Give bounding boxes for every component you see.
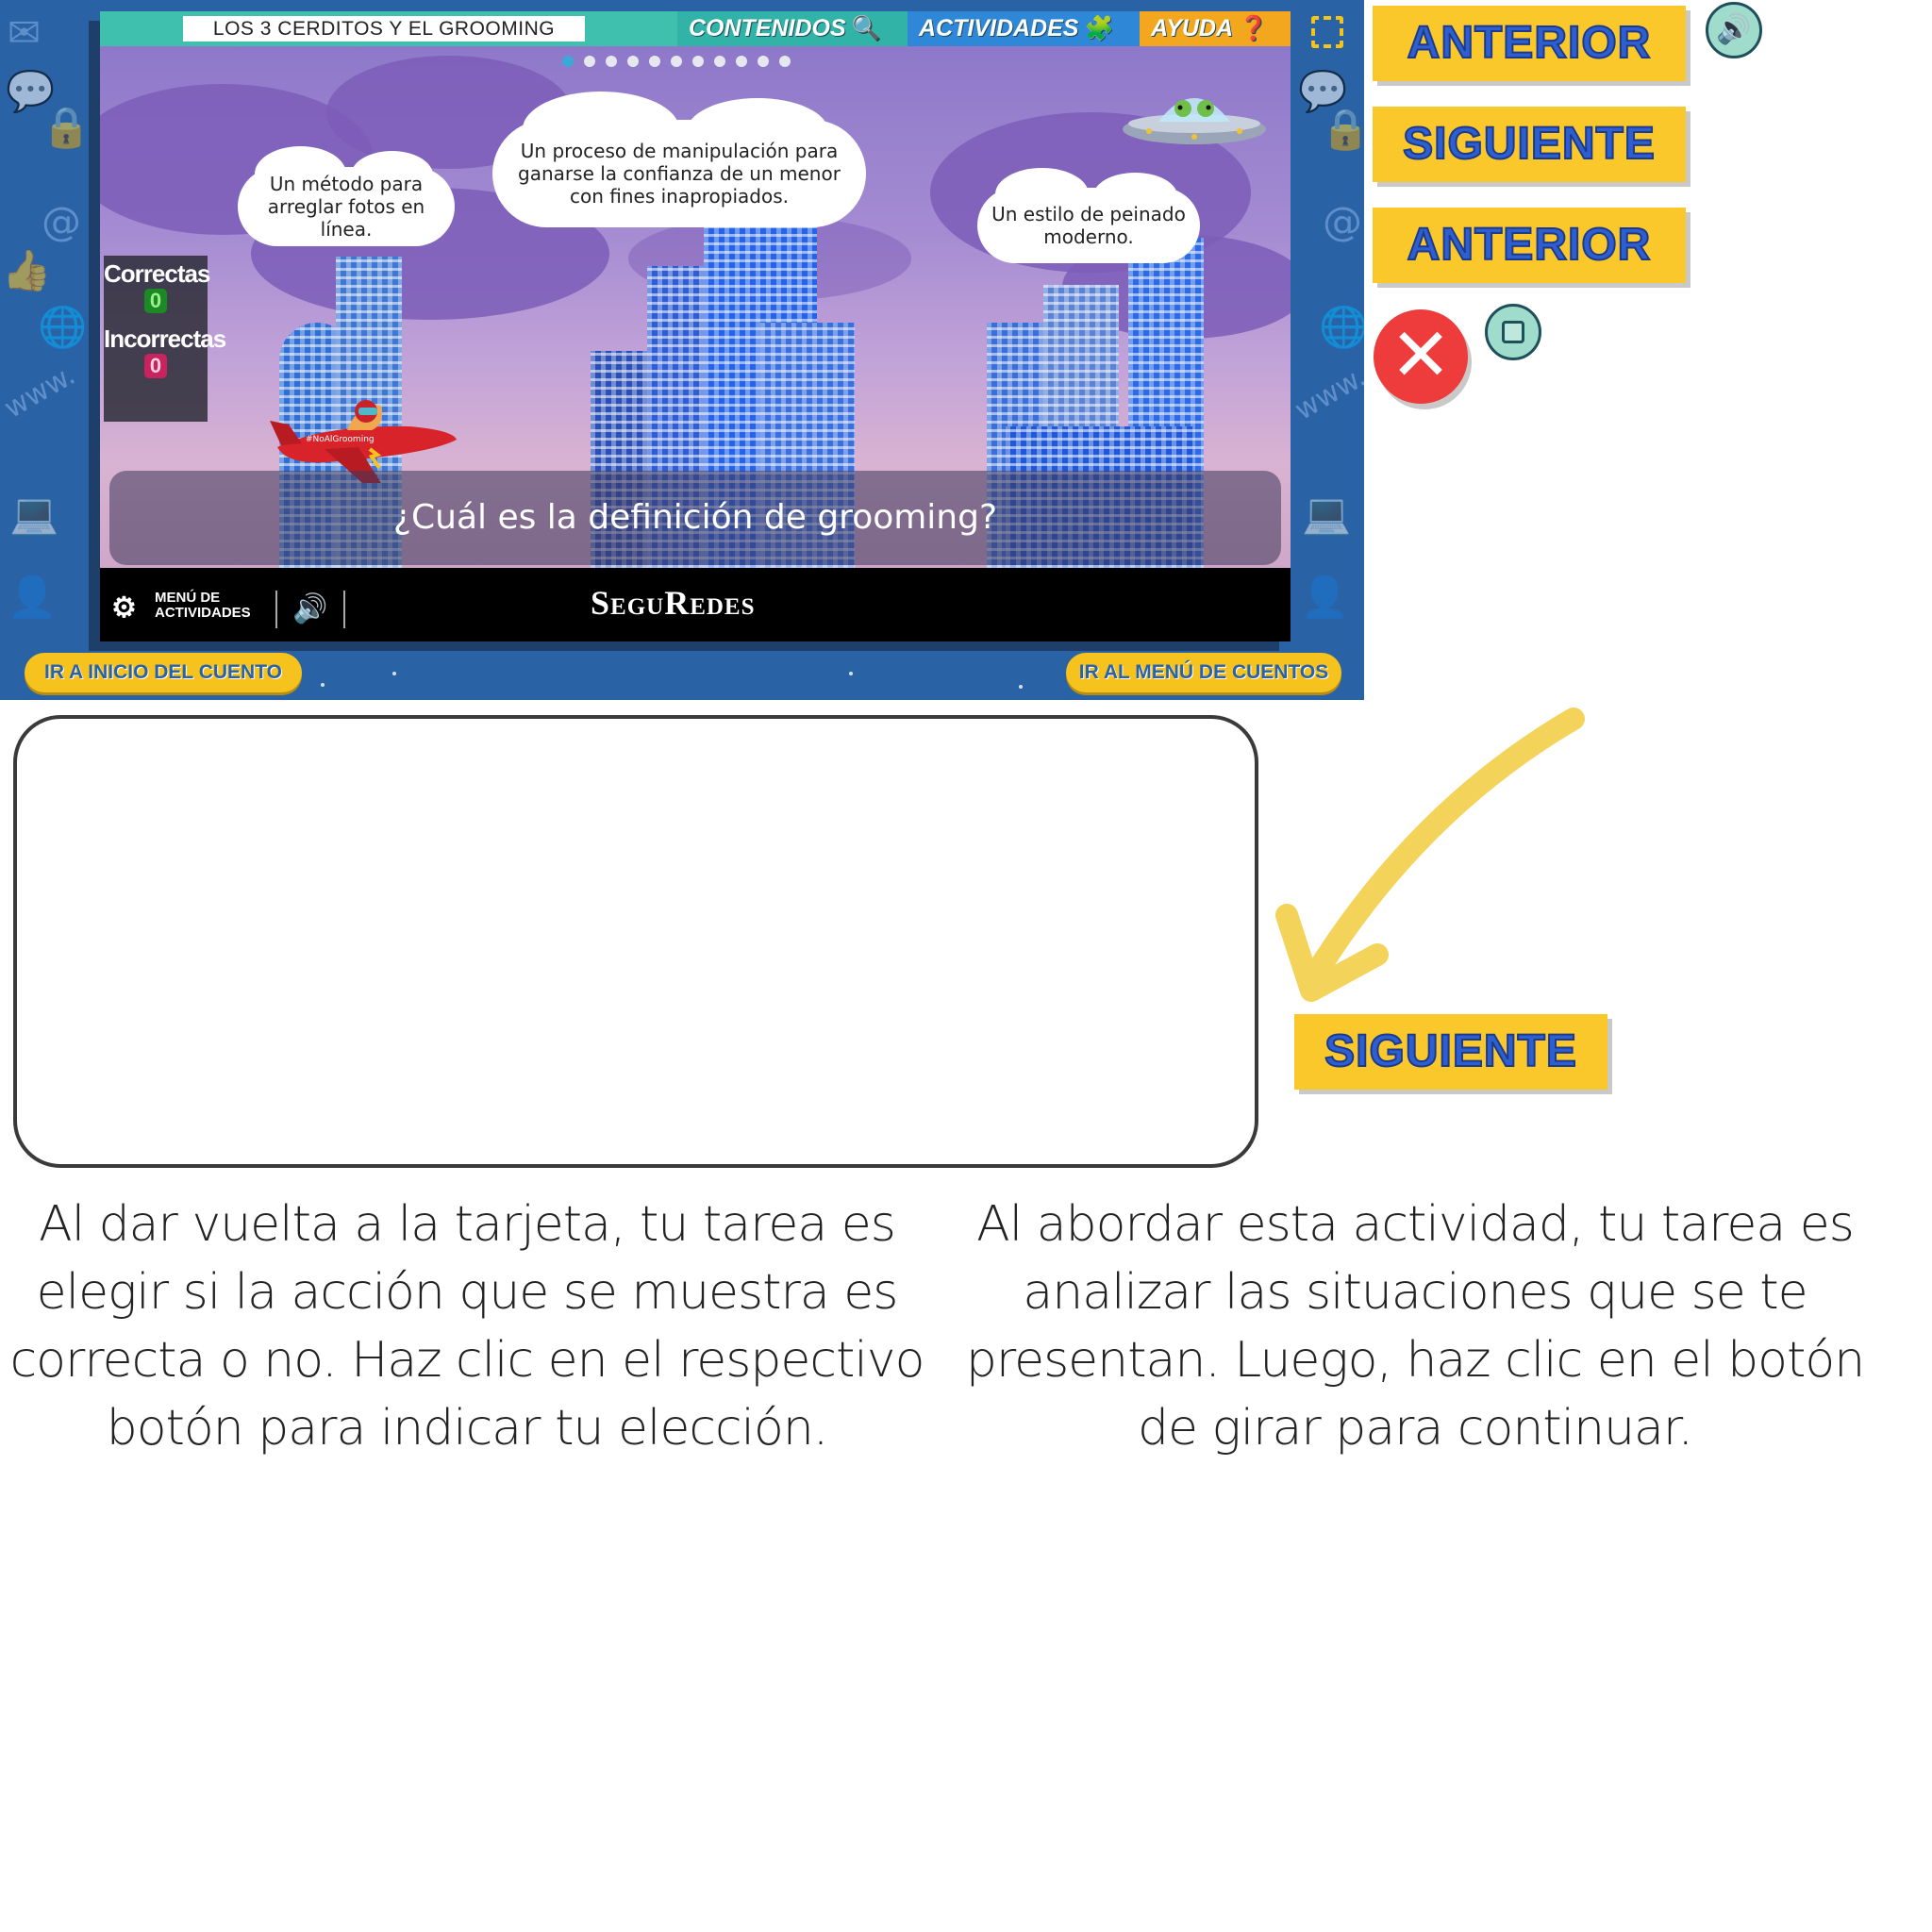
www-doodle-icon: www. xyxy=(1289,360,1364,427)
globe-doodle-icon: 🌐 xyxy=(1319,304,1364,350)
user-doodle-icon: 👤 xyxy=(1300,574,1350,620)
instructions-analyze: Al abordar esta actividad, tu tarea es a… xyxy=(965,1196,1865,1457)
progress-dot xyxy=(649,56,660,67)
bottom-bar: ⚙ MENÚ DE ACTIVIDADES 🔊 SeguRedes xyxy=(100,568,1291,641)
correct-count: 0 xyxy=(144,289,167,313)
progress-dot xyxy=(584,56,595,67)
puzzle-icon: 🧩 xyxy=(1084,15,1114,42)
progress-dot xyxy=(671,56,682,67)
tab-actividades-label: ACTIVIDADES xyxy=(919,15,1079,42)
progress-dot xyxy=(627,56,639,67)
curved-arrow-icon xyxy=(1275,708,1585,1002)
laptop-doodle-icon: 💻 xyxy=(1302,491,1352,537)
progress-dot xyxy=(714,56,725,67)
progress-dot xyxy=(779,56,791,67)
correct-label: Correctas xyxy=(104,259,210,288)
activity-stage: LOS 3 CERDITOS Y EL GROOMING CONTENIDOS 🔍… xyxy=(100,11,1343,641)
progress-dot xyxy=(692,56,704,67)
wrong-label: Incorrectas xyxy=(104,325,226,353)
progress-dots xyxy=(100,56,1291,69)
tab-contenidos[interactable]: CONTENIDOS 🔍 xyxy=(677,11,908,46)
at-doodle-icon: @ xyxy=(42,198,81,244)
answer-option-label: Un estilo de peinado moderno. xyxy=(991,203,1186,248)
tab-actividades[interactable]: ACTIVIDADES 🧩 xyxy=(908,11,1140,46)
ufo-illustration xyxy=(1123,98,1266,144)
user-doodle-icon: 👤 xyxy=(8,574,58,620)
star xyxy=(392,672,396,675)
speaker-icon[interactable]: 🔊 xyxy=(275,591,345,628)
answer-option-label: Un proceso de manipulación para ganarse … xyxy=(518,140,841,208)
score-panel: Correctas 0 Incorrectas 0 xyxy=(104,256,226,422)
progress-dot xyxy=(758,56,769,67)
stop-square xyxy=(1502,321,1524,343)
lock-doodle-icon: 🔒 xyxy=(42,104,92,150)
activities-menu-label: MENÚ DE ACTIVIDADES xyxy=(155,590,251,621)
next-button[interactable]: SIGUIENTE xyxy=(1373,107,1686,182)
tab-contenidos-label: CONTENIDOS xyxy=(689,15,846,42)
answer-option-grooming-definition[interactable]: Un proceso de manipulación para ganarse … xyxy=(492,92,866,227)
answer-option-photo-method[interactable]: Un método para arreglar fotos en línea. xyxy=(238,146,455,246)
story-title: LOS 3 CERDITOS Y EL GROOMING xyxy=(183,16,585,42)
go-to-story-menu-button[interactable]: IR AL MENÚ DE CUENTOS xyxy=(1066,653,1341,692)
answer-option-label: Un método para arreglar fotos en línea. xyxy=(267,173,425,241)
lock-doodle-icon: 🔒 xyxy=(1321,106,1364,152)
go-to-story-start-button[interactable]: IR A INICIO DEL CUENTO xyxy=(25,653,302,692)
activities-menu-button[interactable]: ⚙ MENÚ DE ACTIVIDADES xyxy=(111,591,262,628)
instructions-flip-card: Al dar vuelta a la tarjeta, tu tarea es … xyxy=(9,1196,925,1457)
incorrect-x-icon[interactable]: ✕ xyxy=(1374,309,1468,404)
www-doodle-icon: www. xyxy=(0,358,81,425)
previous-button[interactable]: ANTERIOR xyxy=(1373,208,1686,283)
wrong-count: 0 xyxy=(144,354,167,378)
stop-icon[interactable] xyxy=(1485,304,1541,360)
fullscreen-icon[interactable] xyxy=(1311,16,1343,48)
next-button[interactable]: SIGUIENTE xyxy=(1294,1014,1607,1090)
question-text: ¿Cuál es la definición de grooming? xyxy=(109,471,1281,565)
city-scene: Un método para arreglar fotos en línea. … xyxy=(100,46,1291,568)
envelope-doodle-icon: ✉ xyxy=(8,9,42,56)
group-menu-icon: ⚙ xyxy=(111,592,137,624)
flip-card-placeholder[interactable] xyxy=(13,715,1258,1168)
at-doodle-icon: @ xyxy=(1323,198,1362,244)
previous-button[interactable]: ANTERIOR xyxy=(1373,6,1686,81)
tab-ayuda[interactable]: AYUDA ❓ xyxy=(1140,11,1291,46)
sound-icon[interactable]: 🔊 xyxy=(1706,2,1762,58)
laptop-doodle-icon: 💻 xyxy=(9,491,59,537)
plane-hashtag: #NoAlGrooming xyxy=(306,435,375,444)
answer-option-hairstyle[interactable]: Un estilo de peinado moderno. xyxy=(977,168,1200,263)
like-doodle-icon: 👍 xyxy=(2,247,52,293)
star xyxy=(1019,685,1023,689)
progress-dot xyxy=(606,56,617,67)
tab-ayuda-label: AYUDA xyxy=(1151,15,1234,42)
progress-dot xyxy=(736,56,747,67)
top-navigation-bar: LOS 3 CERDITOS Y EL GROOMING CONTENIDOS 🔍… xyxy=(100,11,1291,46)
magnifier-icon: 🔍 xyxy=(851,15,881,42)
star xyxy=(321,683,325,687)
game-frame: ✉ 💬 🔒 @ 👍 🌐 www. 💻 👤 💬 🔒 @ 🌐 www. 💻 👤 LO… xyxy=(0,0,1364,700)
progress-dot xyxy=(562,56,574,67)
brand-logo: SeguRedes xyxy=(591,584,756,622)
globe-doodle-icon: 🌐 xyxy=(38,304,88,350)
star xyxy=(849,672,853,675)
help-icon: ❓ xyxy=(1239,15,1269,42)
